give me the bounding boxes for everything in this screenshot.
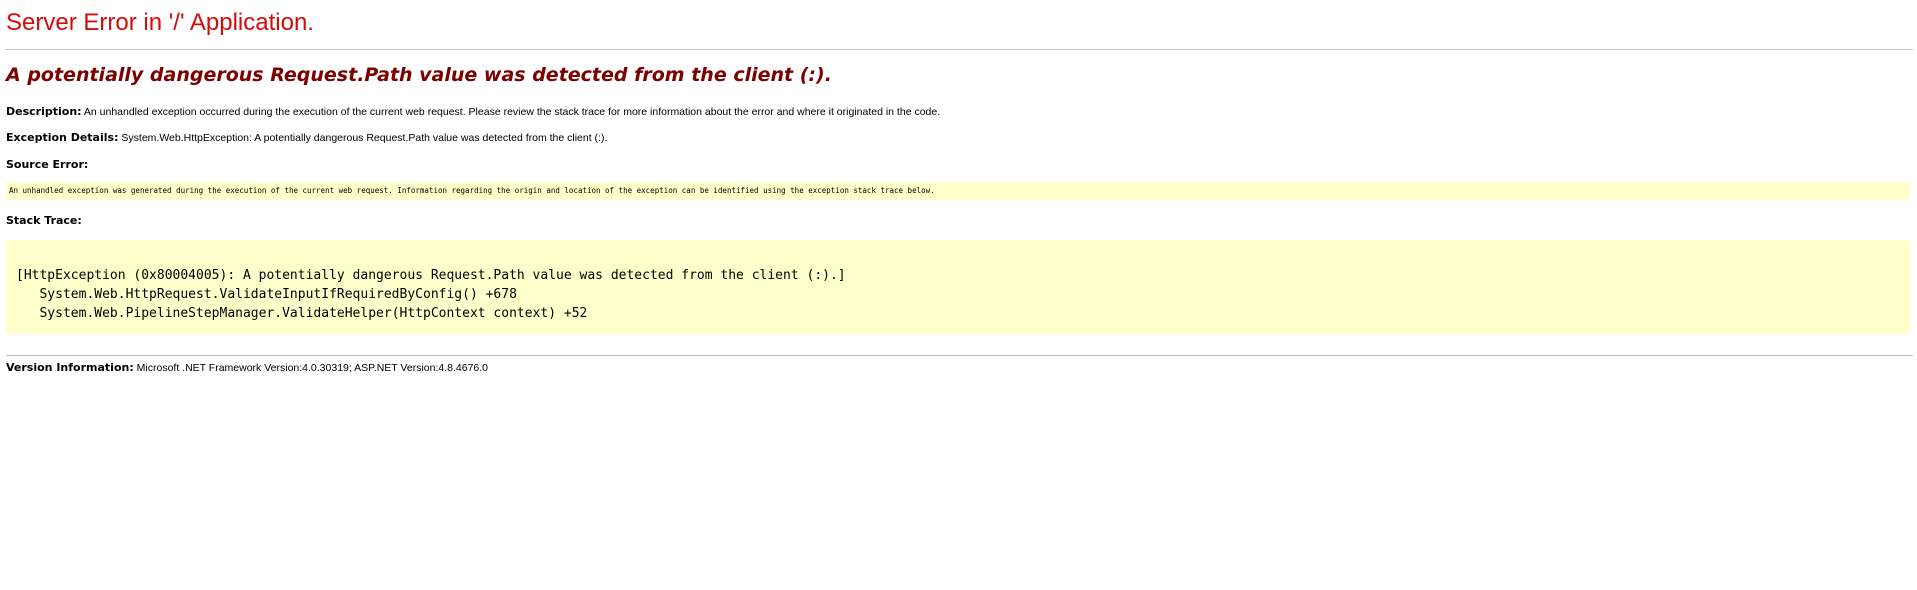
stack-trace-text: [HttpException (0x80004005): A potential… (16, 266, 846, 323)
version-information-label: Version Information: (6, 361, 134, 374)
source-error-line: Source Error: (6, 158, 88, 172)
description-label: Description: (6, 105, 82, 118)
source-error-text: An unhandled exception was generated dur… (9, 186, 935, 195)
exception-details-text: System.Web.HttpException: A potentially … (118, 132, 608, 144)
stack-trace-box: [HttpException (0x80004005): A potential… (6, 240, 1910, 334)
version-divider (6, 355, 1913, 356)
page-title: Server Error in '/' Application. (6, 9, 314, 36)
error-page: Server Error in '/' Application. A poten… (0, 0, 1917, 590)
exception-details-line: Exception Details: System.Web.HttpExcept… (6, 131, 607, 145)
version-information-line: Version Information: Microsoft .NET Fram… (6, 361, 488, 375)
source-error-box: An unhandled exception was generated dur… (6, 182, 1910, 200)
stack-trace-line-2: System.Web.PipelineStepManager.ValidateH… (16, 306, 588, 321)
source-error-label: Source Error: (6, 158, 89, 171)
stack-trace-line-0: [HttpException (0x80004005): A potential… (16, 268, 846, 283)
title-divider (6, 49, 1913, 50)
error-message: A potentially dangerous Request.Path val… (6, 64, 832, 86)
stack-trace-line: Stack Trace: (6, 214, 82, 228)
stack-trace-line-1: System.Web.HttpRequest.ValidateInputIfRe… (16, 287, 517, 302)
description-text: An unhandled exception occurred during t… (81, 106, 941, 118)
description-line: Description: An unhandled exception occu… (6, 105, 940, 119)
stack-trace-label: Stack Trace: (6, 214, 82, 227)
version-information-text: Microsoft .NET Framework Version:4.0.303… (133, 362, 489, 374)
exception-details-label: Exception Details: (6, 131, 119, 144)
